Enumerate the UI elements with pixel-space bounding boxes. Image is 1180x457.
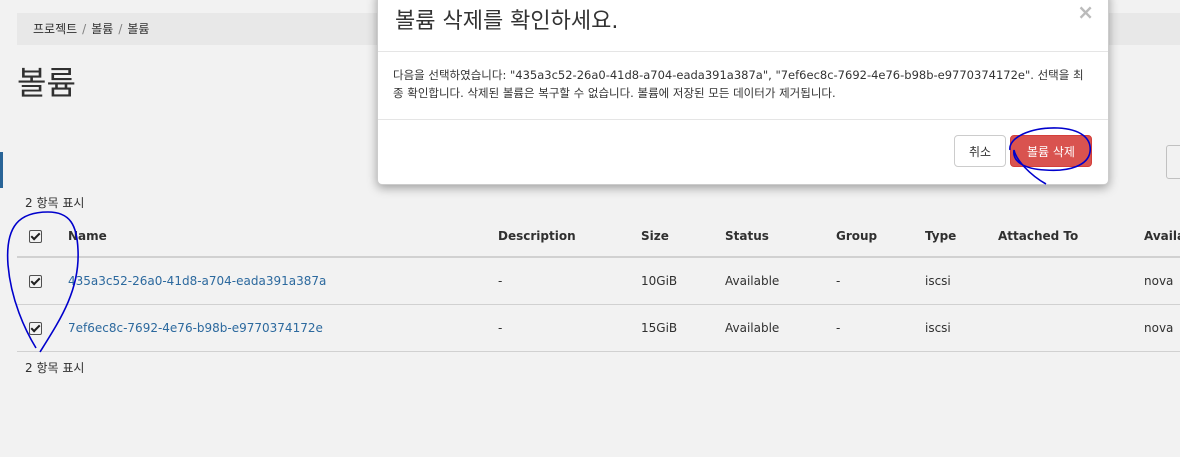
modal-message: 다음을 선택하였습니다: "435a3c52-26a0-41d8-a704-ea… xyxy=(393,68,1084,100)
delete-volume-modal: 볼륨 삭제를 확인하세요. × 다음을 선택하였습니다: "435a3c52-2… xyxy=(377,0,1109,185)
close-icon[interactable]: × xyxy=(1077,0,1094,24)
modal-header: 볼륨 삭제를 확인하세요. × xyxy=(378,0,1108,52)
modal-title: 볼륨 삭제를 확인하세요. xyxy=(395,9,619,34)
delete-volume-button[interactable]: 볼륨 삭제 xyxy=(1010,135,1092,167)
cancel-button[interactable]: 취소 xyxy=(954,135,1006,167)
modal-footer: 취소 볼륨 삭제 xyxy=(378,119,1108,184)
